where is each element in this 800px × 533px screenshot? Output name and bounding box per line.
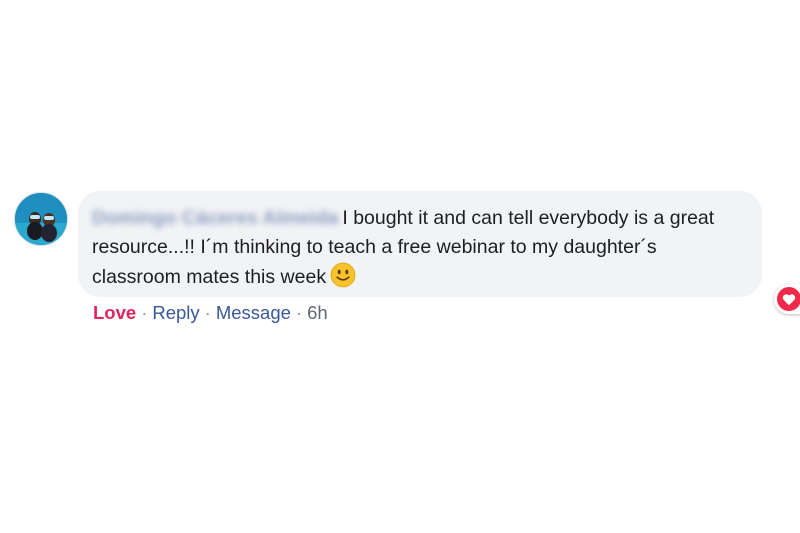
action-separator: · [141, 302, 148, 323]
reply-action[interactable]: Reply [152, 302, 199, 323]
love-action[interactable]: Love [93, 302, 136, 323]
avatar-photo [15, 193, 67, 245]
slightly-smiling-face-icon [330, 262, 356, 297]
reaction-summary[interactable]: 1 [774, 284, 800, 314]
comment-author[interactable]: Domingo Cáceres Almeida [92, 207, 338, 229]
comment-actions: Love · Reply · Message · 6h [93, 299, 328, 327]
action-separator: · [295, 302, 303, 323]
action-separator: · [204, 302, 211, 323]
comment-timestamp[interactable]: 6h [307, 302, 328, 323]
avatar[interactable] [14, 192, 68, 246]
comment-bubble: Domingo Cáceres Almeida I bought it and c… [78, 191, 800, 314]
message-action[interactable]: Message [216, 302, 291, 323]
comment: Domingo Cáceres Almeida I bought it and c… [14, 190, 800, 340]
love-heart-icon [776, 286, 800, 312]
